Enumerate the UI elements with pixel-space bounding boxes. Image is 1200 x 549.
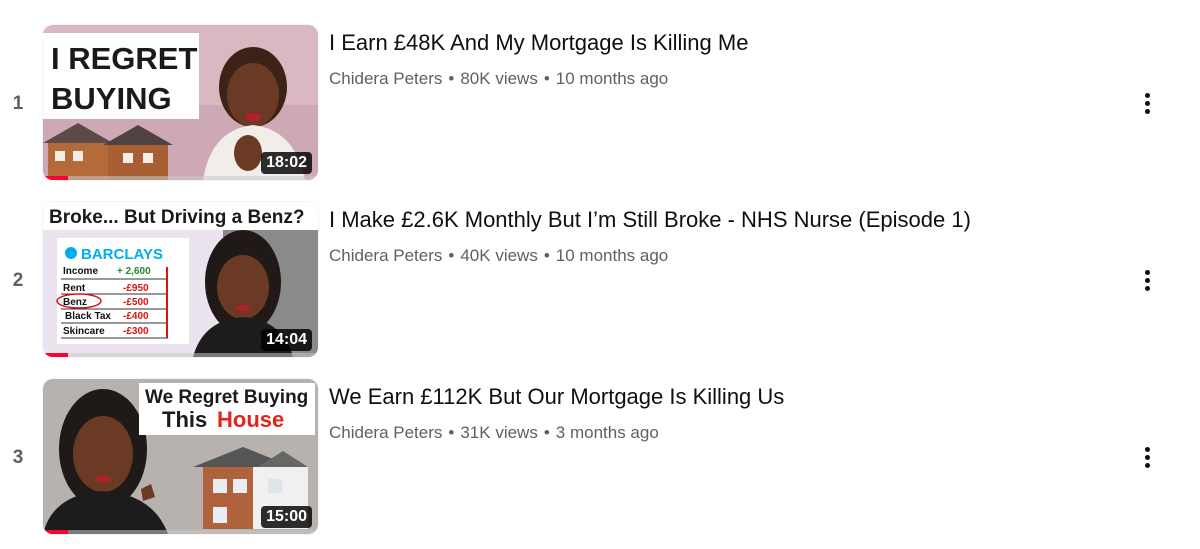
watch-progress-fill <box>43 353 68 357</box>
video-row-2[interactable]: 2 Broke... But Driving a Benz? BARCLAYS … <box>0 202 1200 362</box>
svg-text:Rent: Rent <box>63 283 86 294</box>
video-meta: Chidera Peters • 80K views • 10 months ago <box>329 69 669 88</box>
row-index: 1 <box>12 93 24 114</box>
thumbnail-caption-2: BUYING <box>51 81 172 116</box>
watch-progress <box>43 353 318 357</box>
upload-age: 3 months ago <box>555 423 659 442</box>
svg-text:-£950: -£950 <box>123 283 149 294</box>
duration-badge: 14:04 <box>261 329 312 351</box>
upload-age: 10 months ago <box>555 246 669 265</box>
svg-text:-£300: -£300 <box>123 326 149 337</box>
more-vertical-icon[interactable] <box>1130 86 1164 120</box>
thumbnail-caption-2: This <box>162 407 207 432</box>
thumbnail-banner: Broke... But Driving a Benz? <box>49 207 304 228</box>
upload-age: 10 months ago <box>555 69 669 88</box>
video-row-3[interactable]: 3 We Regret Buying This House 15:00 We E… <box>0 379 1200 539</box>
thumbnail-bank: BARCLAYS <box>81 246 163 263</box>
svg-text:Black Tax: Black Tax <box>65 311 111 322</box>
video-meta: Chidera Peters • 31K views • 3 months ago <box>329 423 659 442</box>
view-count: 80K views <box>460 69 538 88</box>
video-thumbnail[interactable]: Broke... But Driving a Benz? BARCLAYS In… <box>43 202 318 357</box>
thumbnail-caption-1: I REGRET <box>51 41 197 76</box>
watch-progress-fill <box>43 176 68 180</box>
video-row-1[interactable]: 1 I REGRET BUYING 18:02 I Earn £48K And … <box>0 25 1200 185</box>
svg-text:-£500: -£500 <box>123 297 149 308</box>
thumbnail-caption-3: House <box>217 407 284 432</box>
watch-progress-fill <box>43 530 68 534</box>
svg-text:+ 2,600: + 2,600 <box>117 266 151 277</box>
video-thumbnail[interactable]: I REGRET BUYING 18:02 <box>43 25 318 180</box>
duration-badge: 15:00 <box>261 506 312 528</box>
view-count: 40K views <box>460 246 538 265</box>
video-thumbnail[interactable]: We Regret Buying This House 15:00 <box>43 379 318 534</box>
video-title[interactable]: I Earn £48K And My Mortgage Is Killing M… <box>329 30 748 56</box>
more-vertical-icon[interactable] <box>1130 263 1164 297</box>
video-title[interactable]: I Make £2.6K Monthly But I’m Still Broke… <box>329 207 971 233</box>
thumbnail-caption-1: We Regret Buying <box>145 387 308 408</box>
watch-progress <box>43 530 318 534</box>
svg-text:Benz: Benz <box>63 297 87 308</box>
channel-name[interactable]: Chidera Peters <box>329 423 442 442</box>
svg-text:Income: Income <box>63 266 98 277</box>
row-index: 3 <box>12 447 24 468</box>
view-count: 31K views <box>460 423 538 442</box>
channel-name[interactable]: Chidera Peters <box>329 246 442 265</box>
svg-text:-£400: -£400 <box>123 311 149 322</box>
duration-badge: 18:02 <box>261 152 312 174</box>
video-meta: Chidera Peters • 40K views • 10 months ago <box>329 246 669 265</box>
row-index: 2 <box>12 270 24 291</box>
svg-text:Skincare: Skincare <box>63 326 105 337</box>
channel-name[interactable]: Chidera Peters <box>329 69 442 88</box>
more-vertical-icon[interactable] <box>1130 440 1164 474</box>
watch-progress <box>43 176 318 180</box>
video-title[interactable]: We Earn £112K But Our Mortgage Is Killin… <box>329 384 784 410</box>
